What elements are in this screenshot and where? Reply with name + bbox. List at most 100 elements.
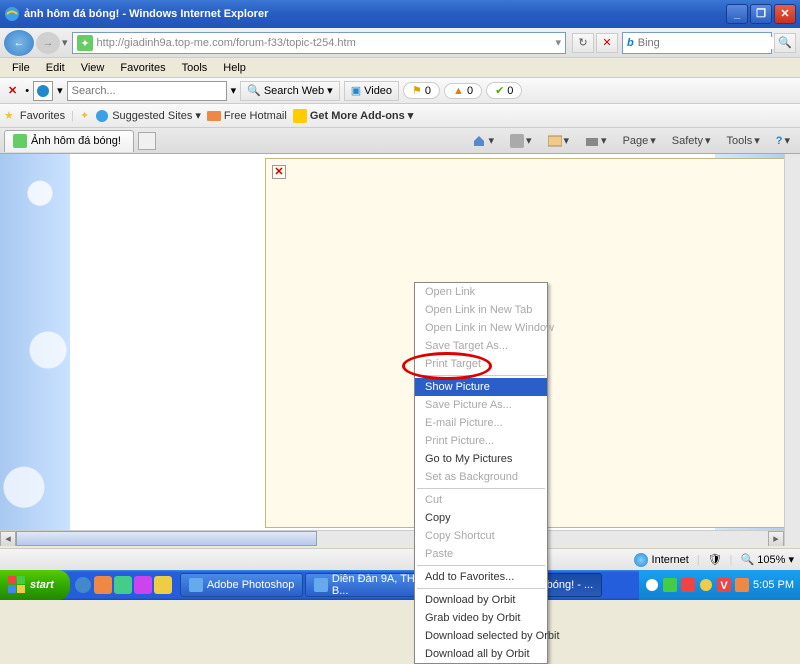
- windows-logo-icon: [8, 576, 26, 594]
- favbar-add-icon[interactable]: ✦: [80, 109, 89, 122]
- clock[interactable]: 5:05 PM: [753, 579, 794, 591]
- security-zone[interactable]: Internet: [634, 553, 689, 567]
- context-menu-item: Open Link in New Tab: [415, 301, 547, 319]
- tab-active[interactable]: Ảnh hôm đá bóng!: [4, 130, 134, 152]
- refresh-button[interactable]: ↻: [572, 33, 594, 53]
- tools-menu[interactable]: Tools ▾: [721, 132, 766, 149]
- context-menu-item[interactable]: Grab video by Orbit: [415, 609, 547, 627]
- tray-icon-1[interactable]: [645, 578, 659, 592]
- globe-icon: [634, 553, 648, 567]
- scroll-left-button[interactable]: ◂: [0, 531, 16, 546]
- search-bar[interactable]: b: [622, 32, 772, 54]
- feeds-button[interactable]: ▾: [504, 132, 538, 150]
- free-hotmail-link[interactable]: Free Hotmail: [207, 109, 287, 123]
- badge-orange[interactable]: ▲0: [444, 83, 482, 99]
- command-bar: ▾ ▾ ▾ ▾ Page ▾ Safety ▾ Tools ▾ ?▾: [466, 132, 796, 150]
- get-addons-link[interactable]: Get More Add-ons ▾: [293, 109, 413, 123]
- maximize-button[interactable]: ❐: [750, 4, 772, 24]
- tab-favicon: [13, 134, 27, 148]
- search-web-button[interactable]: 🔍 Search Web ▾: [240, 81, 340, 101]
- favorites-bar: ★ Favorites | ✦ Suggested Sites ▾ Free H…: [0, 104, 800, 128]
- quick-launch: [70, 576, 176, 594]
- ie-icon: [4, 6, 20, 22]
- suggested-sites-link[interactable]: Suggested Sites ▾: [95, 109, 201, 123]
- addons-icon: [293, 109, 307, 123]
- safety-menu[interactable]: Safety ▾: [666, 132, 717, 149]
- ql-icon-1[interactable]: [74, 576, 92, 594]
- tray-icon-6[interactable]: [735, 578, 749, 592]
- mail-icon: [548, 134, 562, 148]
- ql-icon-4[interactable]: [134, 576, 152, 594]
- task-icon: [189, 578, 203, 592]
- horizontal-scrollbar[interactable]: ◂ ▸: [0, 530, 784, 546]
- ql-icon-5[interactable]: [154, 576, 172, 594]
- ql-icon-3[interactable]: [114, 576, 132, 594]
- context-menu-item[interactable]: Add to Favorites...: [415, 568, 547, 586]
- mail-button[interactable]: ▾: [542, 132, 576, 150]
- home-button[interactable]: ▾: [466, 132, 500, 150]
- address-dropdown-icon[interactable]: ▾: [555, 36, 561, 49]
- close-button[interactable]: ✕: [774, 4, 796, 24]
- toolbar-search-dropdown[interactable]: ▾: [231, 84, 237, 97]
- nav-dropdown-icon[interactable]: ▾: [62, 36, 68, 49]
- menu-favorites[interactable]: Favorites: [112, 60, 173, 76]
- context-menu-item[interactable]: Download all by Orbit: [415, 645, 547, 663]
- page-menu[interactable]: Page ▾: [617, 132, 662, 149]
- tray-icon-4[interactable]: [699, 578, 713, 592]
- badge-green[interactable]: ✔0: [486, 82, 522, 99]
- tray-icon-5[interactable]: V: [717, 578, 731, 592]
- search-go-button[interactable]: 🔍: [774, 33, 796, 53]
- context-menu-item: Save Target As...: [415, 337, 547, 355]
- vertical-scrollbar[interactable]: [784, 154, 800, 546]
- favorites-star-icon[interactable]: ★: [4, 109, 14, 122]
- zoom-level[interactable]: 🔍 105% ▾: [741, 553, 794, 566]
- context-menu-item[interactable]: Copy: [415, 509, 547, 527]
- taskbar-task[interactable]: Adobe Photoshop: [180, 573, 303, 597]
- address-bar[interactable]: ✦ http://giadinh9a.top-me.com/forum-f33/…: [72, 32, 566, 54]
- toolbar-search-input[interactable]: [67, 81, 227, 101]
- extension-toolbar: ✕ • ▾ ▾ 🔍 Search Web ▾ ▣ Video ⚑0 ▲0 ✔0: [0, 78, 800, 104]
- toolbar-logo[interactable]: [33, 81, 53, 101]
- context-menu-item[interactable]: Go to My Pictures: [415, 450, 547, 468]
- tab-bar: Ảnh hôm đá bóng! ▾ ▾ ▾ ▾ Page ▾ Safety ▾…: [0, 128, 800, 154]
- menu-edit[interactable]: Edit: [38, 60, 73, 76]
- system-tray: V 5:05 PM: [639, 570, 800, 600]
- minimize-button[interactable]: _: [726, 4, 748, 24]
- ql-icon-2[interactable]: [94, 576, 112, 594]
- toolbar-dropdown-icon[interactable]: ▾: [57, 84, 63, 97]
- print-button[interactable]: ▾: [579, 132, 613, 150]
- start-button[interactable]: start: [0, 570, 70, 600]
- context-menu-item[interactable]: Show Picture: [415, 378, 547, 396]
- toolbar-close-icon[interactable]: ✕: [4, 84, 21, 97]
- context-menu-item: Print Picture...: [415, 432, 547, 450]
- taskbar-tasks: Adobe PhotoshopDiễn Đàn 9A, THCS B...Ảnh…: [176, 573, 639, 597]
- ie-small-icon: [95, 109, 109, 123]
- context-menu-item[interactable]: Download selected by Orbit: [415, 627, 547, 645]
- tray-icon-2[interactable]: [663, 578, 677, 592]
- tray-icon-3[interactable]: [681, 578, 695, 592]
- help-button[interactable]: ?▾: [770, 132, 796, 149]
- protected-mode-icon[interactable]: 🛡: [708, 553, 722, 566]
- menu-help[interactable]: Help: [215, 60, 254, 76]
- menu-view[interactable]: View: [73, 60, 113, 76]
- context-menu-item: Open Link: [415, 283, 547, 301]
- favorites-button[interactable]: Favorites: [20, 110, 65, 122]
- new-tab-button[interactable]: [138, 132, 156, 150]
- search-input[interactable]: [638, 37, 780, 49]
- video-button[interactable]: ▣ Video: [344, 81, 399, 101]
- back-button[interactable]: ←: [4, 30, 34, 56]
- context-menu-item: E-mail Picture...: [415, 414, 547, 432]
- url-text: http://giadinh9a.top-me.com/forum-f33/to…: [97, 37, 556, 49]
- forward-button[interactable]: →: [36, 32, 60, 54]
- scroll-thumb[interactable]: [16, 531, 317, 546]
- page-favicon: ✦: [77, 35, 93, 51]
- menu-file[interactable]: File: [4, 60, 38, 76]
- context-menu-separator: [417, 588, 545, 589]
- broken-image-icon[interactable]: ✕: [272, 165, 286, 179]
- scroll-right-button[interactable]: ▸: [768, 531, 784, 546]
- window-titlebar: ảnh hôm đá bóng! - Windows Internet Expl…: [0, 0, 800, 28]
- badge-yellow[interactable]: ⚑0: [403, 82, 440, 99]
- menu-tools[interactable]: Tools: [174, 60, 216, 76]
- stop-button[interactable]: ✕: [596, 33, 618, 53]
- context-menu-item[interactable]: Download by Orbit: [415, 591, 547, 609]
